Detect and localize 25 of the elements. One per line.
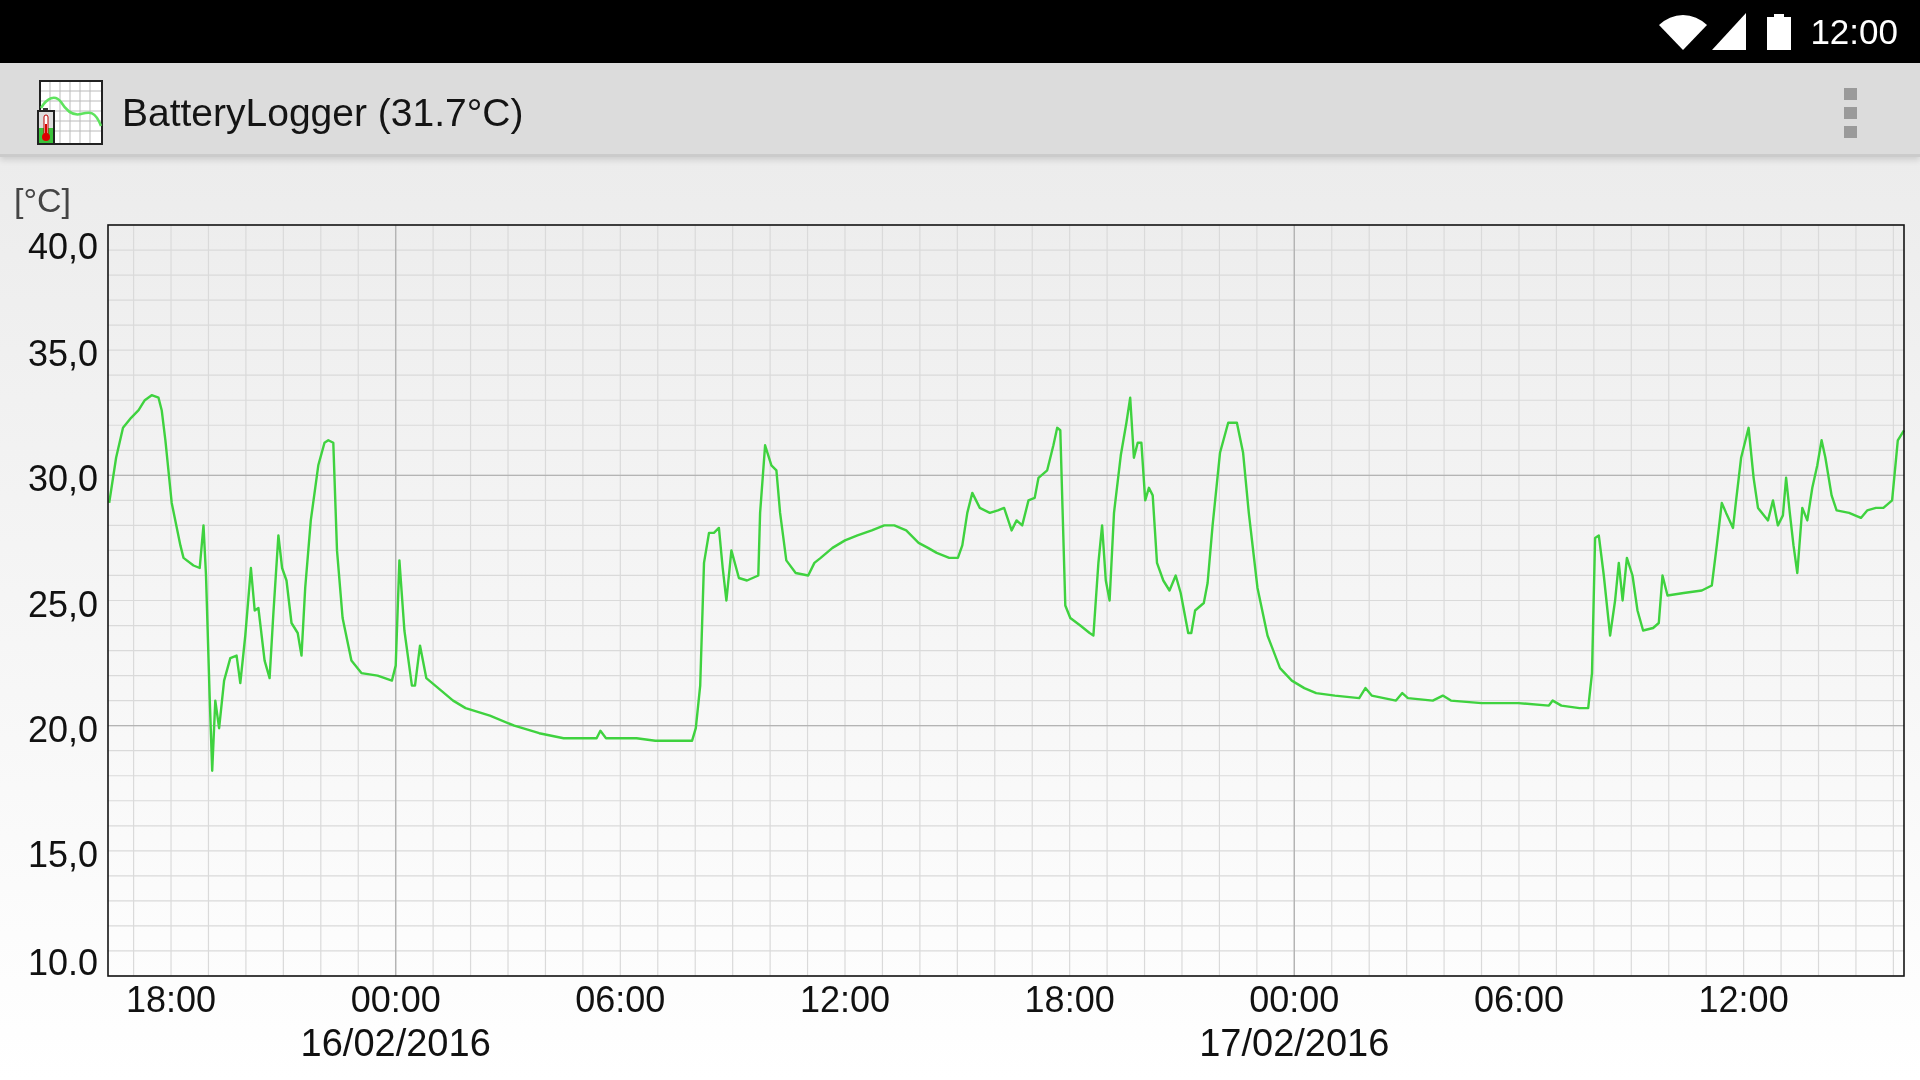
chart-battery-icon	[37, 80, 103, 146]
x-tick-label: 06:00	[575, 979, 666, 1020]
wifi-icon	[1659, 13, 1708, 50]
y-tick-label: 40,0	[27, 226, 98, 267]
y-tick-label: 30,0	[27, 458, 98, 500]
y-tick-label: 20,0	[27, 708, 98, 750]
x-tick-label: 12:00	[799, 979, 891, 1020]
x-tick-label: 06:00	[1473, 979, 1564, 1020]
date-label: 17/02/2016	[1199, 1022, 1390, 1064]
more-options-icon[interactable]	[1844, 88, 1857, 138]
x-tick-label: 00:00	[350, 979, 441, 1020]
date-label: 16/02/2016	[300, 1022, 491, 1064]
x-tick-label: 18:00	[1024, 979, 1115, 1020]
signal-icon	[1712, 13, 1747, 50]
x-tick-label: 18:00	[126, 979, 217, 1020]
app-title: BatteryLogger (31.7°C)	[122, 89, 524, 136]
y-tick-label: 15,0	[27, 833, 98, 875]
x-tick-label: 12:00	[1698, 979, 1789, 1020]
y-tick-label: 25,0	[27, 583, 98, 625]
y-tick-label: 10.0	[27, 942, 98, 983]
battery-icon	[1767, 13, 1792, 50]
y-tick-label: 35,0	[27, 333, 98, 375]
axis-unit-label: [°C]	[14, 181, 72, 219]
status-time: 12:00	[1810, 14, 1898, 49]
x-tick-label: 00:00	[1249, 979, 1340, 1020]
